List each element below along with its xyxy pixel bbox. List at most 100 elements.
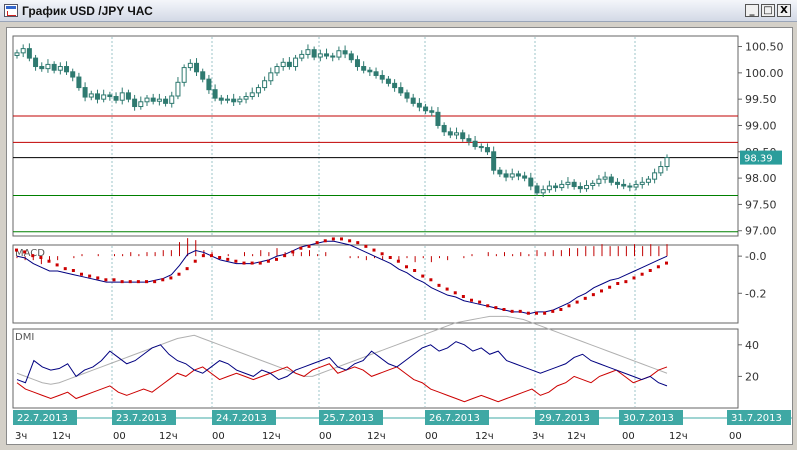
macd-signal-point	[315, 241, 319, 245]
candle-body	[379, 74, 385, 80]
macd-signal-point	[218, 256, 222, 259]
macd-signal-point	[608, 285, 612, 289]
macd-signal-point	[31, 254, 35, 258]
macd-signal-point	[648, 269, 652, 272]
macd-signal-point	[616, 282, 620, 285]
candle-body	[658, 166, 664, 174]
candle-body	[286, 61, 292, 68]
candle-body	[82, 87, 88, 98]
chart-area[interactable]: 100.50100.0099.5099.0098.5098.0097.5097.…	[6, 27, 793, 445]
macd-signal-point	[88, 274, 92, 278]
candle-body	[534, 185, 540, 194]
macd-signal-point	[591, 293, 595, 297]
candle-body	[429, 110, 435, 113]
candle-body	[577, 186, 583, 190]
macd-signal-point	[502, 308, 506, 311]
macd-signal-point	[380, 252, 384, 256]
date-badge-label: 29.7.2013	[539, 413, 590, 424]
candle-body	[528, 177, 534, 187]
candle-body	[633, 183, 639, 188]
close-button[interactable]: X	[777, 4, 791, 17]
candle-body	[33, 57, 39, 68]
candle-body	[132, 98, 138, 108]
candle-body	[107, 94, 113, 98]
macd-signal-point	[331, 237, 335, 241]
date-badge-label: 26.7.2013	[429, 413, 480, 424]
macd-signal-point	[266, 259, 270, 263]
dmi-tick-label: 40	[745, 339, 759, 352]
price-tick-label: 97.50	[745, 198, 777, 211]
macd-signal-point	[242, 261, 246, 265]
price-tick-label: 100.00	[745, 67, 784, 80]
macd-signal-point	[210, 254, 213, 258]
candle-body	[664, 157, 670, 168]
candle-body	[590, 182, 596, 186]
dmi-label: DMI	[15, 332, 34, 343]
macd-signal-point	[201, 254, 205, 258]
candle-body	[274, 66, 280, 74]
candle-body	[94, 93, 100, 100]
macd-signal-point	[494, 306, 498, 310]
macd-signal-point	[145, 280, 148, 284]
macd-signal-point	[323, 239, 327, 243]
candle-body	[231, 98, 237, 103]
price-tick-label: 99.50	[745, 93, 777, 106]
candle-body	[553, 185, 559, 189]
macd-signal-point	[429, 278, 433, 282]
hour-label: 00	[319, 431, 332, 442]
candle-body	[218, 97, 224, 101]
macd-signal-point	[413, 269, 417, 272]
chart-canvas[interactable]: 100.50100.0099.5099.0098.5098.0097.5097.…	[7, 28, 792, 444]
macd-signal-point	[461, 295, 465, 298]
macd-signal-point	[405, 265, 408, 269]
dmi-panel	[12, 328, 739, 409]
date-badge-label: 30.7.2013	[623, 413, 674, 424]
macd-signal-point	[15, 248, 18, 252]
macd-signal-point	[153, 280, 157, 284]
minimize-button[interactable]: _	[745, 4, 759, 17]
macd-signal-point	[656, 265, 660, 269]
macd-signal-point	[453, 291, 457, 295]
candle-body	[367, 69, 373, 73]
price-tick-label: 97.00	[745, 225, 777, 238]
candle-body	[614, 181, 620, 185]
macd-signal-point	[364, 244, 368, 248]
candle-body	[361, 66, 367, 71]
window-titlebar[interactable]: График USD /JPY ЧАС _ □ X	[0, 0, 797, 22]
candle-body	[311, 49, 317, 58]
hour-label: 12ч	[262, 431, 281, 442]
macd-signal-point	[340, 237, 343, 241]
candle-body	[119, 92, 125, 101]
macd-signal-point	[445, 287, 449, 291]
candle-body	[497, 169, 503, 175]
candle-body	[584, 184, 590, 190]
macd-signal-point	[478, 300, 482, 304]
candle-body	[169, 95, 175, 104]
macd-signal-point	[161, 278, 165, 282]
candle-body	[26, 48, 32, 59]
candle-body	[212, 89, 218, 99]
candle-body	[354, 59, 360, 68]
candle-body	[57, 66, 63, 71]
candle-body	[324, 53, 330, 57]
macd-signal-point	[55, 263, 59, 267]
candle-body	[156, 98, 162, 102]
window-title: График USD /JPY ЧАС	[22, 4, 153, 18]
candle-body	[410, 97, 416, 104]
date-badge-label: 22.7.2013	[17, 413, 68, 424]
price-tick-label: 100.50	[745, 41, 784, 54]
candle-body	[163, 98, 169, 104]
candle-body	[540, 189, 546, 194]
date-badge-label: 24.7.2013	[216, 413, 267, 424]
candle-body	[113, 96, 119, 101]
macd-signal-point	[543, 311, 547, 315]
maximize-button[interactable]: □	[761, 4, 775, 17]
chart-app-icon	[4, 4, 18, 17]
hour-label: 00	[729, 431, 742, 442]
candle-body	[200, 71, 206, 80]
macd-signal-point	[470, 298, 473, 302]
price-panel	[12, 35, 739, 237]
candle-body	[330, 55, 336, 58]
candle-body	[237, 98, 243, 103]
macd-signal-point	[624, 280, 628, 284]
